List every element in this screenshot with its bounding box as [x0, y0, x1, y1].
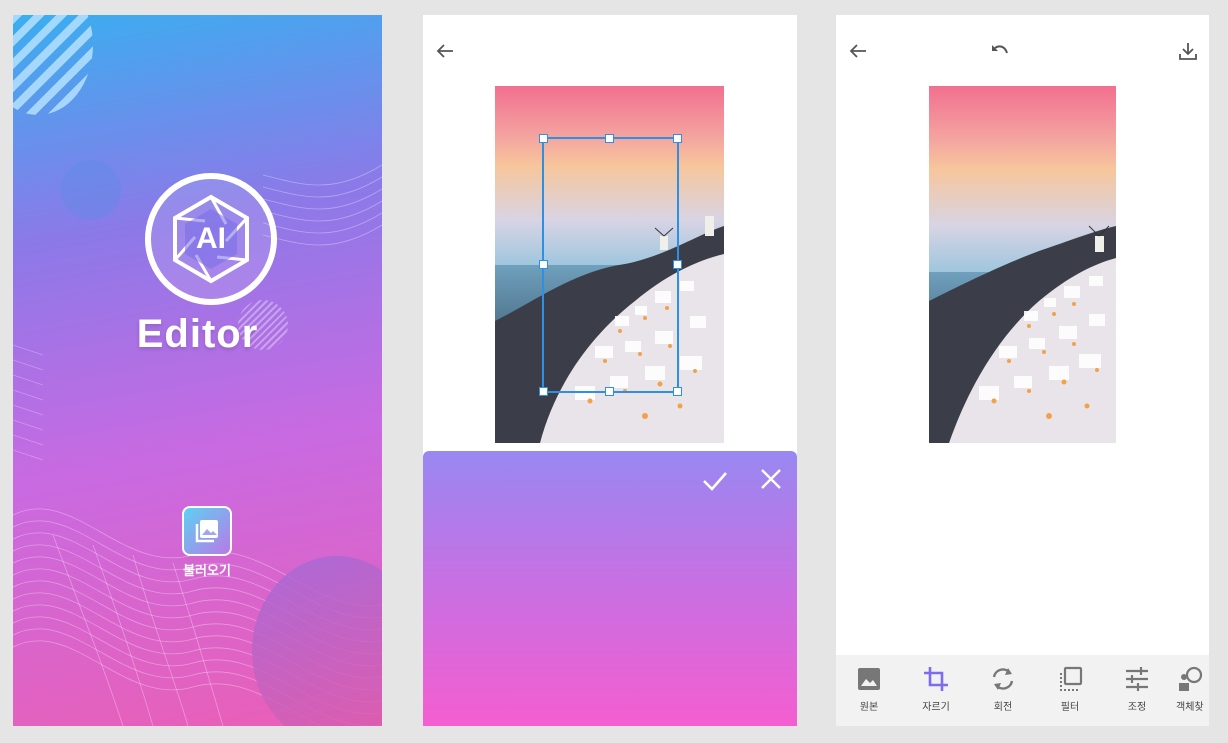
tool-bar: 원본 자르기 회전 필터 조정 객체찾: [836, 655, 1209, 726]
app-title: Editor: [136, 312, 259, 356]
crop-options-panel: [423, 451, 797, 726]
splash-screen: AI Editor 불러오기: [13, 15, 382, 726]
tool-label: 필터: [1060, 702, 1080, 713]
arrow-left-icon[interactable]: [433, 39, 457, 63]
app-logo: AI: [145, 173, 277, 305]
close-icon[interactable]: [759, 467, 783, 491]
editor-screen: 원본 자르기 회전 필터 조정 객체찾: [836, 15, 1209, 726]
rotate-icon: [992, 668, 1014, 690]
tool-adjust[interactable]: 조정: [1109, 665, 1165, 713]
load-image-button[interactable]: 불러오기: [179, 506, 235, 579]
tool-filter[interactable]: 필터: [1042, 665, 1098, 713]
sliders-icon: [1126, 667, 1148, 691]
crop-screen: [423, 15, 797, 726]
image-icon: [858, 668, 880, 690]
tool-rotate[interactable]: 회전: [975, 665, 1031, 713]
crop-icon: [924, 667, 948, 691]
tool-label: 자르기: [922, 702, 950, 713]
tool-label: 회전: [993, 702, 1013, 713]
checkmark-icon[interactable]: [701, 467, 729, 495]
crop-handle-top-left[interactable]: [539, 134, 548, 143]
download-icon[interactable]: [1176, 39, 1200, 63]
tool-label: 조정: [1127, 702, 1147, 713]
tool-original[interactable]: 원본: [841, 665, 897, 713]
tool-object[interactable]: 객체찾: [1176, 665, 1209, 713]
arrow-left-icon[interactable]: [846, 39, 870, 63]
crop-handle-bottom-left[interactable]: [539, 387, 548, 396]
crop-handle-bottom[interactable]: [605, 387, 614, 396]
load-image-label: 불러오기: [183, 564, 231, 579]
gallery-icon: [182, 506, 232, 556]
logo-text: AI: [196, 222, 226, 255]
tool-crop[interactable]: 자르기: [908, 665, 964, 713]
undo-icon[interactable]: [988, 39, 1012, 63]
photo-preview: [929, 86, 1116, 443]
filter-icon: [1060, 666, 1083, 691]
tool-label: 객체찾: [1176, 702, 1204, 713]
crop-handle-left[interactable]: [539, 260, 548, 269]
object-icon: [1179, 666, 1203, 691]
crop-handle-top-right[interactable]: [673, 134, 682, 143]
crop-handle-right[interactable]: [673, 260, 682, 269]
crop-handle-bottom-right[interactable]: [673, 387, 682, 396]
tool-label: 원본: [859, 702, 879, 713]
crop-frame[interactable]: [539, 134, 682, 396]
crop-handle-top[interactable]: [605, 134, 614, 143]
